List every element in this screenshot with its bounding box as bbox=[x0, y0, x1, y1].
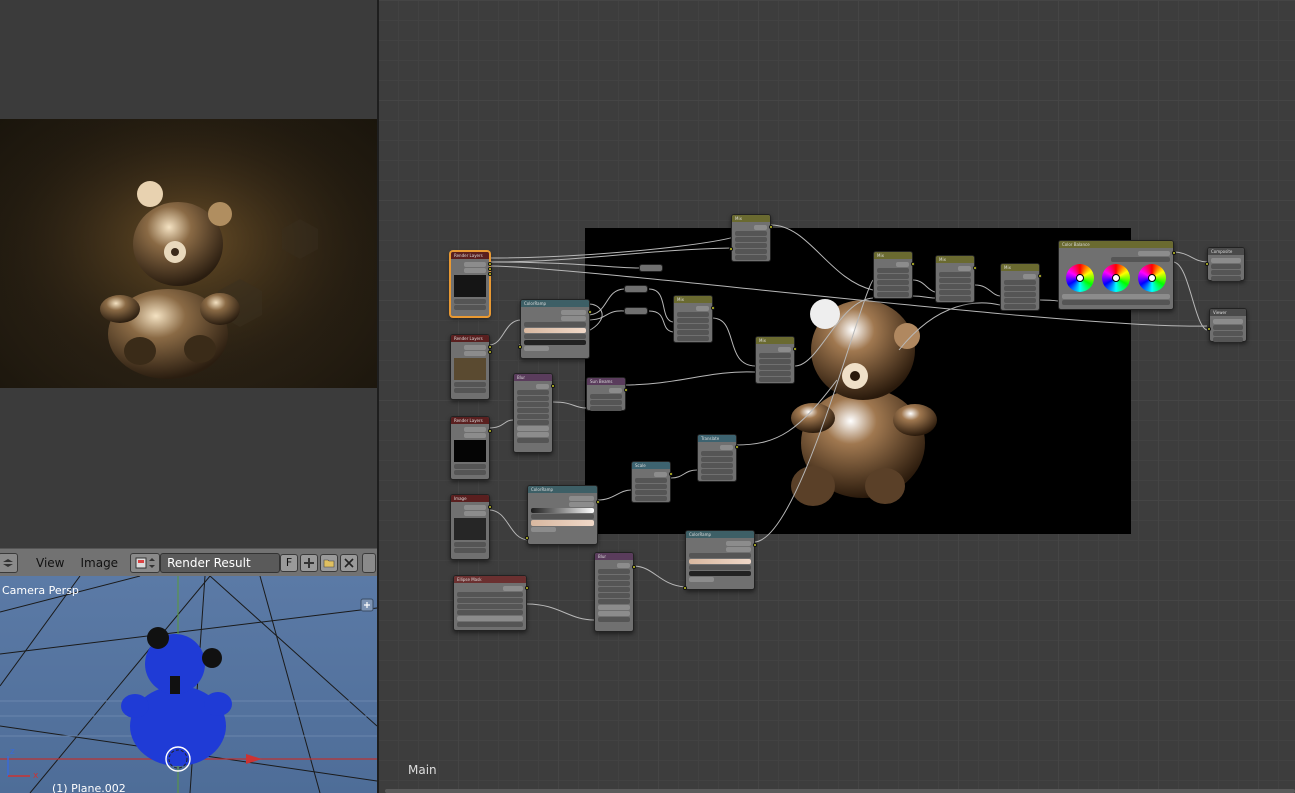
node-title: Translate bbox=[698, 435, 736, 442]
node-blur-2[interactable]: Blur bbox=[594, 552, 636, 632]
lift-color-wheel[interactable] bbox=[1066, 264, 1094, 292]
node-mix-6[interactable]: Mix bbox=[1000, 263, 1042, 311]
node-mix-3[interactable]: Mix bbox=[755, 336, 797, 384]
node-title: Mix bbox=[1001, 264, 1039, 271]
node-title: Render Layers bbox=[451, 252, 489, 259]
node-title: Mix bbox=[936, 256, 974, 263]
image-name-field[interactable]: Render Result bbox=[160, 552, 281, 573]
menu-image[interactable]: Image bbox=[72, 556, 126, 570]
image-browse-icon[interactable] bbox=[130, 552, 161, 573]
node-title: Ellipse Mask bbox=[454, 576, 526, 583]
node-colorramp-3[interactable]: ColorRamp bbox=[683, 530, 757, 590]
unlink-icon[interactable] bbox=[340, 553, 359, 572]
node-render-layers-3[interactable]: Render Layers bbox=[450, 416, 492, 480]
node-title: Render Layers bbox=[451, 417, 489, 424]
viewport-view-label: Camera Persp bbox=[2, 584, 79, 597]
node-title: Composite bbox=[1208, 248, 1244, 255]
image-editor[interactable] bbox=[0, 0, 377, 548]
node-title: ColorRamp bbox=[521, 300, 589, 307]
node-mix-2[interactable]: Mix bbox=[673, 295, 715, 343]
node-image[interactable]: Image bbox=[450, 494, 492, 560]
node-mix-1[interactable]: Mix bbox=[729, 214, 773, 262]
node-render-layers-1[interactable]: Render Layers bbox=[450, 251, 492, 317]
node-title: Mix bbox=[874, 252, 912, 259]
node-title: Scale bbox=[632, 462, 670, 469]
new-image-icon[interactable] bbox=[300, 553, 319, 572]
node-title: Mix bbox=[732, 215, 770, 222]
open-folder-icon[interactable] bbox=[320, 553, 339, 572]
node-editor[interactable]: Render Layers Render Layers Render Layer… bbox=[379, 0, 1295, 793]
menu-view[interactable]: View bbox=[28, 556, 72, 570]
node-title: Color Balance bbox=[1059, 241, 1173, 248]
node-reroute-3[interactable] bbox=[624, 307, 648, 315]
node-scale[interactable]: Scale bbox=[631, 461, 673, 503]
node-tree-name: Main bbox=[408, 763, 437, 777]
node-title: ColorRamp bbox=[528, 486, 597, 493]
node-colorramp-1[interactable]: ColorRamp bbox=[518, 299, 592, 359]
axis-x-label: x bbox=[33, 771, 39, 781]
blender-window: View Image Render Result F z x Camera Pe… bbox=[0, 0, 1295, 793]
display-channels-icon[interactable] bbox=[362, 552, 377, 573]
rendered-teddy-bear bbox=[0, 119, 377, 388]
active-object-label: (1) Plane.002 bbox=[52, 782, 126, 793]
node-translate[interactable]: Translate bbox=[697, 434, 739, 482]
3d-viewport[interactable]: z x Camera Persp (1) Plane.002 bbox=[0, 576, 377, 793]
node-title: Blur bbox=[514, 374, 552, 381]
node-render-layers-2[interactable]: Render Layers bbox=[450, 334, 492, 400]
image-editor-header: View Image Render Result F bbox=[0, 548, 377, 576]
node-blur-1[interactable]: Blur bbox=[513, 373, 555, 453]
editor-type-icon[interactable] bbox=[0, 552, 18, 573]
node-title: ColorRamp bbox=[686, 531, 754, 538]
node-ellipse-mask[interactable]: Ellipse Mask bbox=[453, 575, 529, 631]
viewport-scene: z x bbox=[0, 576, 377, 793]
node-title: Blur bbox=[595, 553, 633, 560]
gamma-color-wheel[interactable] bbox=[1102, 264, 1130, 292]
node-viewer[interactable]: Viewer bbox=[1207, 308, 1247, 342]
node-mix-4[interactable]: Mix bbox=[873, 251, 915, 299]
node-title: Mix bbox=[756, 337, 794, 344]
node-sun-beams[interactable]: Sun Beams bbox=[586, 377, 628, 411]
horizontal-scrollbar[interactable] bbox=[385, 789, 1295, 793]
node-composite[interactable]: Composite bbox=[1205, 247, 1245, 281]
node-mix-5[interactable]: Mix bbox=[935, 255, 977, 303]
node-reroute-1[interactable] bbox=[639, 264, 663, 272]
node-reroute-2[interactable] bbox=[624, 285, 648, 293]
node-title: Sun Beams bbox=[587, 378, 625, 385]
gain-color-wheel[interactable] bbox=[1138, 264, 1166, 292]
node-colorramp-2[interactable]: ColorRamp bbox=[525, 485, 600, 545]
node-title: Mix bbox=[674, 296, 712, 303]
node-color-balance[interactable]: Color Balance bbox=[1058, 240, 1176, 310]
render-result-image bbox=[0, 119, 377, 388]
fake-user-button[interactable]: F bbox=[280, 553, 299, 572]
node-title: Viewer bbox=[1210, 309, 1246, 316]
axis-z-label: z bbox=[10, 747, 15, 757]
node-title: Image bbox=[451, 495, 489, 502]
node-title: Render Layers bbox=[451, 335, 489, 342]
